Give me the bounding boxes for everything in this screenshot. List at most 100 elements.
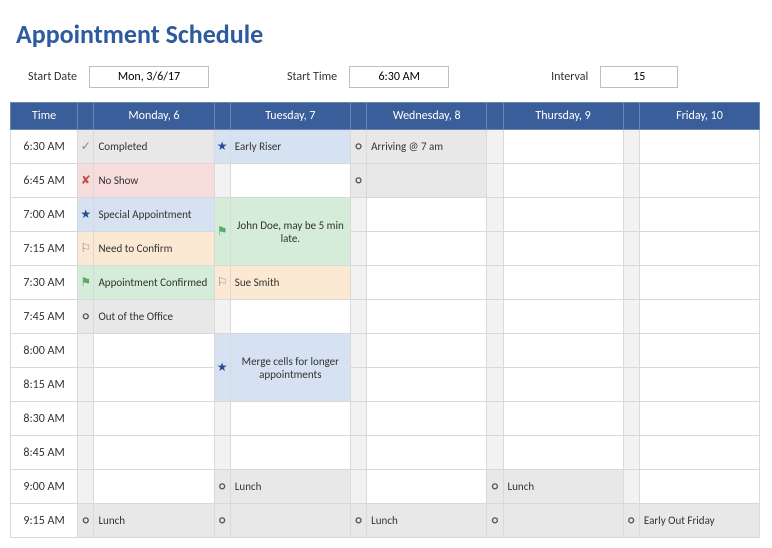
icon-cell[interactable] — [78, 334, 94, 368]
appointment-cell[interactable] — [639, 232, 759, 266]
appointment-cell[interactable] — [230, 300, 350, 334]
icon-cell[interactable] — [487, 300, 503, 334]
appointment-cell[interactable] — [503, 130, 623, 164]
appointment-cell[interactable]: Appointment Confirmed — [94, 266, 214, 300]
appointment-cell[interactable]: No Show — [94, 164, 214, 198]
appointment-cell[interactable] — [367, 470, 487, 504]
icon-cell[interactable] — [623, 402, 639, 436]
appointment-cell[interactable] — [230, 402, 350, 436]
appointment-cell[interactable]: Merge cells for longer appointments — [230, 334, 350, 402]
icon-cell[interactable] — [214, 300, 230, 334]
icon-cell[interactable]: ⚑ — [78, 266, 94, 300]
icon-cell[interactable] — [623, 368, 639, 402]
icon-cell[interactable] — [487, 198, 503, 232]
icon-cell[interactable] — [623, 266, 639, 300]
appointment-cell[interactable] — [503, 368, 623, 402]
icon-cell[interactable] — [214, 164, 230, 198]
icon-cell[interactable]: ○ — [214, 470, 230, 504]
icon-cell[interactable]: ○ — [487, 504, 503, 538]
appointment-cell[interactable] — [639, 198, 759, 232]
appointment-cell[interactable] — [639, 130, 759, 164]
icon-cell[interactable] — [623, 232, 639, 266]
icon-cell[interactable] — [214, 436, 230, 470]
icon-cell[interactable]: ⚐ — [78, 232, 94, 266]
appointment-cell[interactable] — [503, 504, 623, 538]
icon-cell[interactable] — [487, 130, 503, 164]
appointment-cell[interactable] — [367, 164, 487, 198]
icon-cell[interactable]: ○ — [350, 130, 366, 164]
icon-cell[interactable] — [350, 470, 366, 504]
appointment-cell[interactable]: Need to Confirm — [94, 232, 214, 266]
icon-cell[interactable] — [487, 232, 503, 266]
icon-cell[interactable] — [78, 470, 94, 504]
icon-cell[interactable] — [350, 266, 366, 300]
icon-cell[interactable] — [78, 402, 94, 436]
appointment-cell[interactable] — [230, 504, 350, 538]
icon-cell[interactable] — [623, 334, 639, 368]
icon-cell[interactable] — [78, 368, 94, 402]
icon-cell[interactable] — [487, 402, 503, 436]
appointment-cell[interactable] — [639, 368, 759, 402]
icon-cell[interactable]: ○ — [623, 504, 639, 538]
appointment-cell[interactable] — [503, 402, 623, 436]
appointment-cell[interactable] — [94, 436, 214, 470]
icon-cell[interactable] — [623, 300, 639, 334]
appointment-cell[interactable] — [367, 436, 487, 470]
appointment-cell[interactable]: Lunch — [94, 504, 214, 538]
appointment-cell[interactable] — [639, 266, 759, 300]
icon-cell[interactable]: ○ — [78, 504, 94, 538]
icon-cell[interactable]: ○ — [78, 300, 94, 334]
appointment-cell[interactable]: Lunch — [230, 470, 350, 504]
icon-cell[interactable] — [623, 470, 639, 504]
interval-input[interactable] — [600, 66, 678, 88]
appointment-cell[interactable] — [94, 470, 214, 504]
icon-cell[interactable] — [487, 334, 503, 368]
appointment-cell[interactable]: Early Out Friday — [639, 504, 759, 538]
appointment-cell[interactable]: Arriving @ 7 am — [367, 130, 487, 164]
appointment-cell[interactable] — [230, 436, 350, 470]
icon-cell[interactable] — [487, 368, 503, 402]
appointment-cell[interactable] — [503, 334, 623, 368]
icon-cell[interactable]: ★ — [214, 334, 230, 402]
icon-cell[interactable] — [78, 436, 94, 470]
icon-cell[interactable]: ✓ — [78, 130, 94, 164]
icon-cell[interactable] — [350, 300, 366, 334]
icon-cell[interactable] — [350, 436, 366, 470]
appointment-cell[interactable] — [639, 300, 759, 334]
icon-cell[interactable] — [487, 266, 503, 300]
icon-cell[interactable]: ⚐ — [214, 266, 230, 300]
appointment-cell[interactable] — [367, 266, 487, 300]
appointment-cell[interactable]: Sue Smith — [230, 266, 350, 300]
icon-cell[interactable]: ○ — [350, 164, 366, 198]
icon-cell[interactable] — [350, 368, 366, 402]
appointment-cell[interactable] — [503, 266, 623, 300]
icon-cell[interactable] — [350, 232, 366, 266]
icon-cell[interactable]: ○ — [487, 470, 503, 504]
icon-cell[interactable]: ★ — [78, 198, 94, 232]
appointment-cell[interactable] — [367, 232, 487, 266]
appointment-cell[interactable] — [503, 198, 623, 232]
appointment-cell[interactable]: Out of the Office — [94, 300, 214, 334]
appointment-cell[interactable] — [639, 402, 759, 436]
icon-cell[interactable] — [350, 198, 366, 232]
appointment-cell[interactable] — [639, 334, 759, 368]
icon-cell[interactable]: ○ — [214, 504, 230, 538]
icon-cell[interactable] — [487, 164, 503, 198]
appointment-cell[interactable] — [639, 164, 759, 198]
appointment-cell[interactable]: Completed — [94, 130, 214, 164]
appointment-cell[interactable]: Lunch — [367, 504, 487, 538]
appointment-cell[interactable] — [503, 436, 623, 470]
icon-cell[interactable] — [350, 402, 366, 436]
appointment-cell[interactable] — [367, 198, 487, 232]
appointment-cell[interactable] — [230, 164, 350, 198]
icon-cell[interactable]: ★ — [214, 130, 230, 164]
icon-cell[interactable] — [623, 436, 639, 470]
appointment-cell[interactable]: Early Riser — [230, 130, 350, 164]
appointment-cell[interactable] — [503, 164, 623, 198]
icon-cell[interactable] — [623, 130, 639, 164]
appointment-cell[interactable]: John Doe, may be 5 min late. — [230, 198, 350, 266]
appointment-cell[interactable] — [639, 470, 759, 504]
appointment-cell[interactable] — [367, 334, 487, 368]
appointment-cell[interactable] — [503, 232, 623, 266]
icon-cell[interactable] — [623, 198, 639, 232]
